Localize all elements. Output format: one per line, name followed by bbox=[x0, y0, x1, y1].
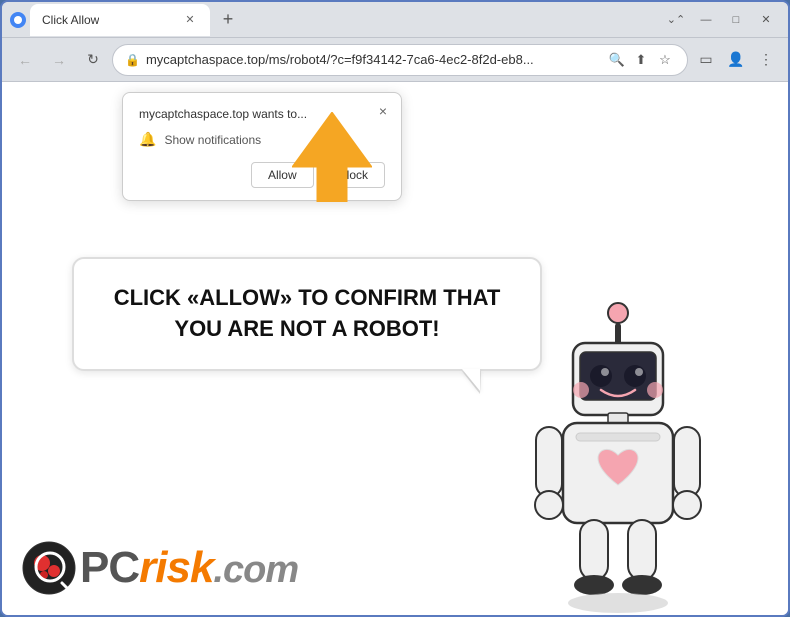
pcrisk-logo-icon bbox=[22, 541, 76, 595]
url-text: mycaptchaspace.top/ms/robot4/?c=f9f34142… bbox=[146, 52, 601, 67]
pcrisk-text: PCrisk.com bbox=[80, 543, 298, 593]
lock-icon: 🔒 bbox=[125, 53, 140, 67]
tab-title: Click Allow bbox=[42, 13, 99, 27]
forward-button[interactable]: → bbox=[44, 45, 74, 75]
new-tab-button[interactable]: + bbox=[214, 6, 242, 34]
bookmark-icon[interactable]: ☆ bbox=[655, 50, 675, 70]
window-controls: ⌄⌃ — □ ✕ bbox=[662, 6, 780, 34]
arrange-icon: ⌄⌃ bbox=[662, 6, 690, 34]
bell-icon: 🔔 bbox=[139, 131, 156, 148]
orange-arrow-indicator bbox=[292, 112, 372, 207]
bubble-text: CLICK «ALLOW» TO CONFIRM THAT YOU ARE NO… bbox=[102, 283, 512, 345]
browser-tab[interactable]: Click Allow ✕ bbox=[30, 4, 210, 36]
browser-window: Click Allow ✕ + ⌄⌃ — □ ✕ ← → ↻ 🔒 mycaptc… bbox=[0, 0, 790, 617]
search-icon[interactable]: 🔍 bbox=[607, 50, 627, 70]
share-icon[interactable]: ⬆ bbox=[631, 50, 651, 70]
maximize-button[interactable]: □ bbox=[722, 6, 750, 34]
refresh-button[interactable]: ↻ bbox=[78, 45, 108, 75]
nav-extra-icons: ▭ 👤 ⋮ bbox=[692, 46, 780, 74]
pcrisk-logo: PCrisk.com bbox=[22, 541, 298, 595]
tab-favicon bbox=[10, 12, 26, 28]
speech-bubble: CLICK «ALLOW» TO CONFIRM THAT YOU ARE NO… bbox=[72, 257, 542, 371]
popup-notification-label: Show notifications bbox=[164, 133, 261, 147]
sidebar-toggle-button[interactable]: ▭ bbox=[692, 46, 720, 74]
address-bar[interactable]: 🔒 mycaptchaspace.top/ms/robot4/?c=f9f341… bbox=[112, 44, 688, 76]
title-bar: Click Allow ✕ + ⌄⌃ — □ ✕ bbox=[2, 2, 788, 38]
address-bar-icons: 🔍 ⬆ ☆ bbox=[607, 50, 675, 70]
minimize-button[interactable]: — bbox=[692, 6, 720, 34]
profile-button[interactable]: 👤 bbox=[722, 46, 750, 74]
nav-bar: ← → ↻ 🔒 mycaptchaspace.top/ms/robot4/?c=… bbox=[2, 38, 788, 82]
page-content: × mycaptchaspace.top wants to... 🔔 Show … bbox=[2, 82, 788, 615]
popup-close-button[interactable]: × bbox=[373, 101, 393, 121]
close-button[interactable]: ✕ bbox=[752, 6, 780, 34]
more-options-button[interactable]: ⋮ bbox=[752, 46, 780, 74]
tab-close-button[interactable]: ✕ bbox=[182, 12, 198, 28]
back-button[interactable]: ← bbox=[10, 45, 40, 75]
